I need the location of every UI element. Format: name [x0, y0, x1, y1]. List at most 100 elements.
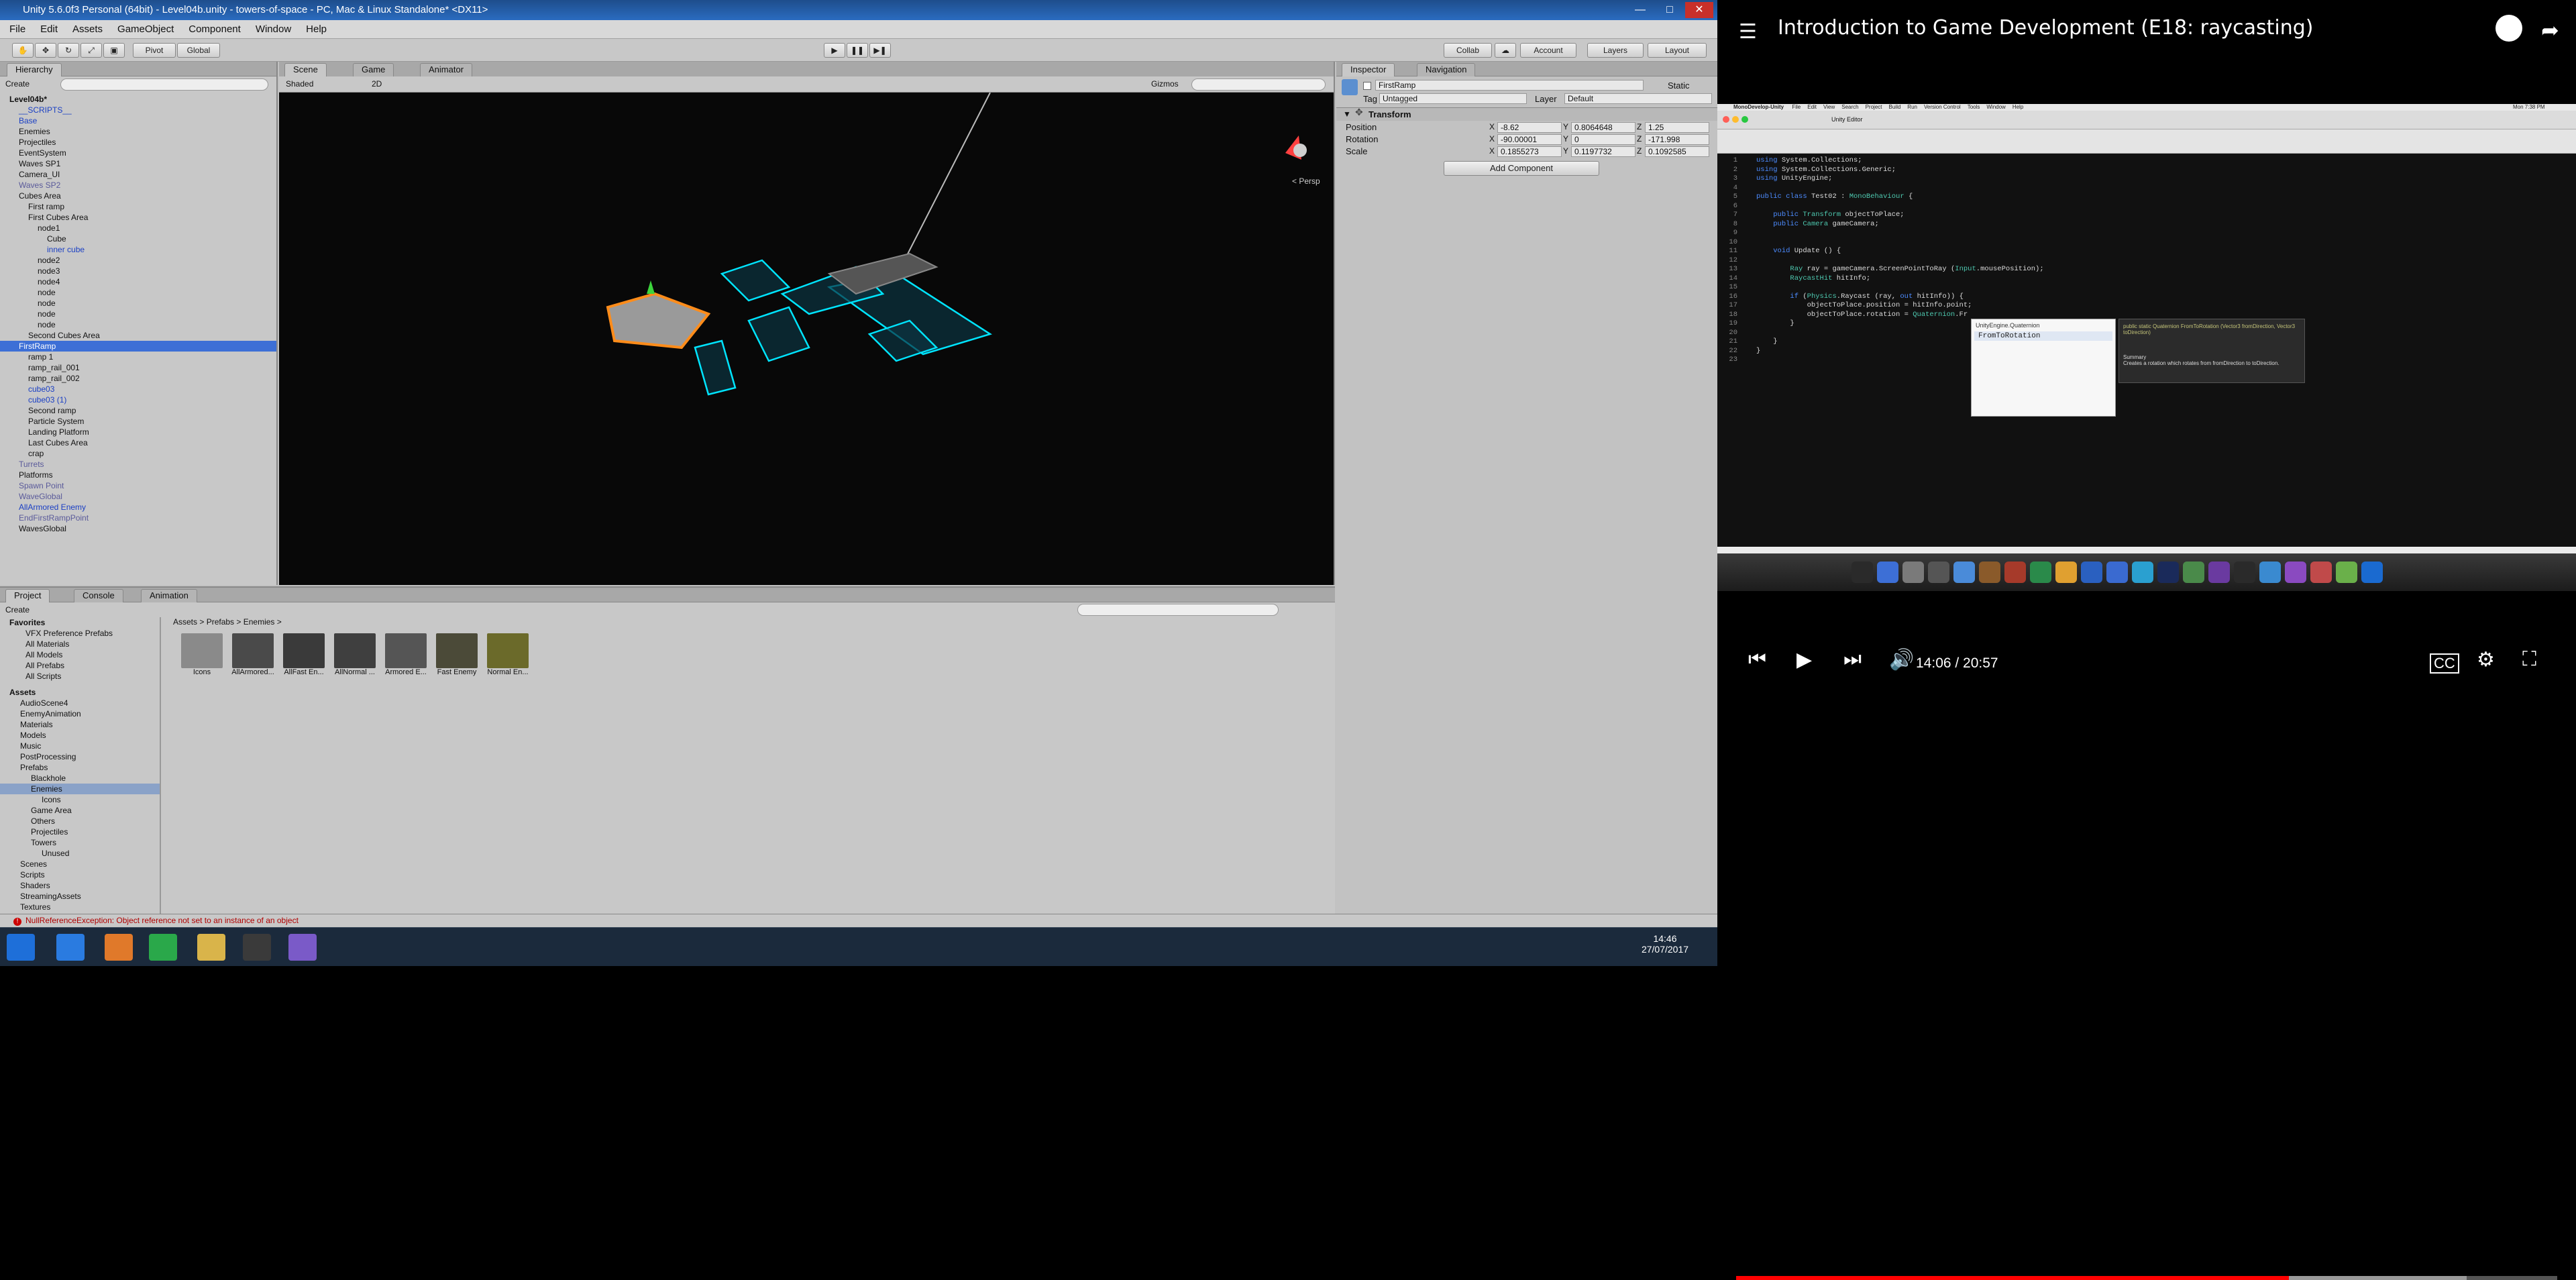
assets-tree-item[interactable]: Materials	[0, 719, 160, 730]
gizmos-dropdown[interactable]: Gizmos	[1151, 79, 1179, 89]
hierarchy-item[interactable]: node	[0, 309, 276, 319]
assets-tree-item[interactable]: Scenes	[0, 859, 160, 869]
hierarchy-item[interactable]: __SCRIPTS__	[0, 105, 276, 115]
media-player-icon[interactable]	[105, 934, 133, 961]
chrome-icon[interactable]	[149, 934, 177, 961]
object-name-field[interactable]: FirstRamp	[1375, 80, 1644, 91]
dock-app-icon[interactable]	[2106, 562, 2128, 583]
progress-bar[interactable]	[1736, 1276, 2557, 1280]
favorites-item[interactable]: Favorites	[0, 617, 160, 628]
menu-assets[interactable]: Assets	[72, 23, 103, 35]
dock-app-icon[interactable]	[2259, 562, 2281, 583]
tab-animator[interactable]: Animator	[420, 63, 473, 76]
code-line[interactable]: 18 objectToPlace.rotation = Quaternion.F…	[1717, 311, 1968, 319]
scale-tool-icon[interactable]: ⤢	[80, 43, 102, 58]
dock-app-icon[interactable]	[1979, 562, 2000, 583]
code-line[interactable]: 3 using UnityEngine;	[1717, 174, 1833, 183]
assets-tree-item[interactable]: PostProcessing	[0, 751, 160, 762]
code-line[interactable]: 7 public Transform objectToPlace;	[1717, 211, 1904, 219]
tab-navigation[interactable]: Navigation	[1417, 63, 1476, 76]
transform-position-x-field[interactable]: -8.62	[1497, 122, 1562, 133]
taskbar-clock[interactable]: 14:46 27/07/2017	[1638, 933, 1692, 955]
code-line[interactable]: 13 Ray ray = gameCamera.ScreenPointToRay…	[1717, 265, 2043, 274]
hand-tool-icon[interactable]: ✋	[12, 43, 34, 58]
tab-project[interactable]: Project	[5, 589, 50, 602]
code-line[interactable]: 22}	[1717, 347, 1760, 356]
active-checkbox[interactable]	[1363, 82, 1371, 90]
code-line[interactable]: 17 objectToPlace.position = hitInfo.poin…	[1717, 301, 1972, 310]
layout-dropdown[interactable]: Layout	[1648, 43, 1707, 58]
assets-tree-item[interactable]: Scripts	[0, 869, 160, 880]
code-line[interactable]: 4	[1717, 184, 1756, 193]
favorites-item[interactable]: All Scripts	[0, 671, 160, 682]
code-line[interactable]: 23	[1717, 356, 1756, 364]
unity-icon[interactable]	[243, 934, 271, 961]
account-button[interactable]: Account	[1520, 43, 1576, 58]
hierarchy-item[interactable]: First Cubes Area	[0, 212, 276, 223]
tab-game[interactable]: Game	[353, 63, 394, 76]
tab-hierarchy[interactable]: Hierarchy	[7, 63, 62, 76]
mac-menu-item[interactable]: Version Control	[1924, 104, 1961, 110]
hierarchy-item[interactable]: cube03 (1)	[0, 394, 276, 405]
hierarchy-item[interactable]: node1	[0, 223, 276, 233]
hierarchy-item[interactable]: inner cube	[0, 244, 276, 255]
autocomplete-item[interactable]: FromToRotation	[1974, 331, 2112, 341]
prefab-asset[interactable]: AllFast En...	[282, 633, 326, 676]
global-button[interactable]: Global	[177, 43, 220, 58]
hierarchy-item[interactable]: node3	[0, 266, 276, 276]
assets-tree-item[interactable]: Music	[0, 741, 160, 751]
dock-app-icon[interactable]	[2208, 562, 2230, 583]
code-line[interactable]: 11 void Update () {	[1717, 247, 1841, 256]
hierarchy-item[interactable]: node	[0, 319, 276, 330]
hierarchy-item[interactable]: AllArmored Enemy	[0, 502, 276, 513]
code-line[interactable]: 6	[1717, 202, 1756, 211]
watch-later-icon[interactable]	[2496, 15, 2522, 42]
hierarchy-item[interactable]: Waves SP1	[0, 158, 276, 169]
menu-help[interactable]: Help	[306, 23, 327, 35]
hierarchy-item[interactable]: First ramp	[0, 201, 276, 212]
mac-menu-item[interactable]: Project	[1866, 104, 1882, 110]
hierarchy-item[interactable]: Waves SP2	[0, 180, 276, 191]
collab-button[interactable]: Collab	[1444, 43, 1492, 58]
hierarchy-item[interactable]: EventSystem	[0, 148, 276, 158]
code-line[interactable]: 19 }	[1717, 319, 1794, 328]
play-icon-video[interactable]: ▶	[1796, 648, 1812, 672]
hierarchy-item[interactable]: Level04b*	[0, 94, 276, 105]
scene-search-input[interactable]	[1191, 78, 1326, 91]
tab-inspector[interactable]: Inspector	[1342, 63, 1395, 76]
assets-tree-item[interactable]: EnemyAnimation	[0, 708, 160, 719]
explorer-icon[interactable]	[197, 934, 225, 961]
prefab-asset[interactable]: AllNormal ...	[333, 633, 377, 676]
project-create-button[interactable]: Create	[5, 605, 30, 615]
assets-tree-item[interactable]: Shaders	[0, 880, 160, 891]
rotate-tool-icon[interactable]: ↻	[58, 43, 79, 58]
dock-app-icon[interactable]	[2234, 562, 2255, 583]
mac-menu-item[interactable]: Build	[1889, 104, 1901, 110]
dock-app-icon[interactable]	[1902, 562, 1924, 583]
share-icon[interactable]: ➦	[2541, 17, 2559, 43]
dock-app-icon[interactable]	[1953, 562, 1975, 583]
hierarchy-item[interactable]: ramp_rail_001	[0, 362, 276, 373]
hierarchy-item[interactable]: ramp_rail_002	[0, 373, 276, 384]
menu-edit[interactable]: Edit	[40, 23, 58, 35]
mac-menu-item[interactable]: Tools	[1968, 104, 1980, 110]
code-line[interactable]: 2 using System.Collections.Generic;	[1717, 166, 1896, 174]
prefab-asset[interactable]: Armored E...	[384, 633, 428, 676]
2d-toggle[interactable]: 2D	[372, 79, 382, 89]
mac-menu-item[interactable]: View	[1823, 104, 1835, 110]
dock-app-icon[interactable]	[2361, 562, 2383, 583]
code-line[interactable]: 10	[1717, 238, 1756, 247]
assets-tree-item[interactable]: Models	[0, 730, 160, 741]
previous-icon[interactable]: ⏮	[1748, 648, 1766, 671]
hierarchy-item[interactable]: Cube	[0, 233, 276, 244]
transform-scale-z-field[interactable]: 0.1092585	[1645, 146, 1709, 157]
hierarchy-item[interactable]: node2	[0, 255, 276, 266]
code-line[interactable]: 8 public Camera gameCamera;	[1717, 220, 1879, 229]
status-bar[interactable]: ! NullReferenceException: Object referenc…	[0, 914, 1717, 927]
mac-menu-item[interactable]: Run	[1907, 104, 1917, 110]
menu-gameobject[interactable]: GameObject	[117, 23, 174, 35]
hierarchy-item[interactable]: Cubes Area	[0, 191, 276, 201]
hierarchy-item[interactable]: Spawn Point	[0, 480, 276, 491]
dock-app-icon[interactable]	[2157, 562, 2179, 583]
dock-app-icon[interactable]	[2030, 562, 2051, 583]
